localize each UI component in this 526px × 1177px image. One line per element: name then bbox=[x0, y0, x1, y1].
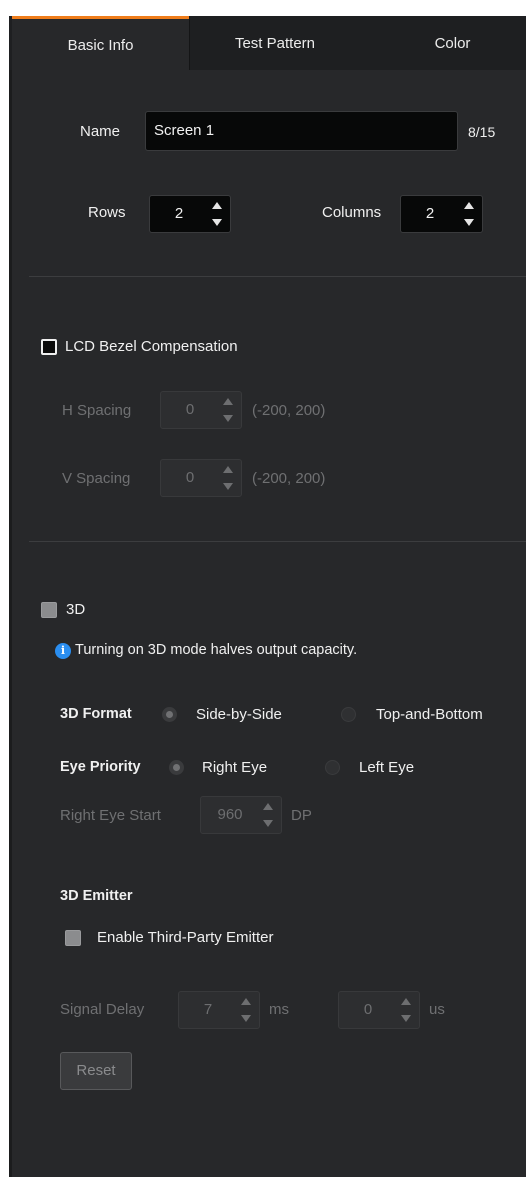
arrow-up-icon[interactable] bbox=[223, 398, 233, 405]
signal-delay-label: Signal Delay bbox=[60, 1001, 145, 1018]
v-spacing-label: V Spacing bbox=[62, 470, 131, 487]
v-spacing-range: (-200, 200) bbox=[252, 470, 326, 487]
spinner-arrows-icon[interactable] bbox=[239, 997, 253, 1023]
columns-stepper[interactable]: 2 bbox=[400, 195, 483, 233]
name-input[interactable]: Screen 1 bbox=[145, 111, 458, 151]
section-divider bbox=[29, 541, 526, 542]
signal-delay-us-stepper[interactable]: 0 bbox=[338, 991, 420, 1029]
arrow-down-icon[interactable] bbox=[212, 219, 222, 226]
spinner-arrows-icon[interactable] bbox=[399, 997, 413, 1023]
top-and-bottom-radio[interactable] bbox=[341, 707, 356, 722]
3d-info-text: Turning on 3D mode halves output capacit… bbox=[75, 642, 358, 658]
rows-label: Rows bbox=[88, 204, 126, 221]
h-spacing-label: H Spacing bbox=[62, 402, 132, 419]
3d-emitter-heading: 3D Emitter bbox=[60, 888, 133, 904]
section-divider bbox=[29, 276, 526, 277]
left-eye-label: Left Eye bbox=[359, 759, 415, 776]
arrow-up-icon[interactable] bbox=[464, 202, 474, 209]
rows-value: 2 bbox=[174, 205, 184, 222]
bezel-compensation-label: LCD Bezel Compensation bbox=[65, 338, 238, 355]
arrow-up-icon[interactable] bbox=[401, 998, 411, 1005]
arrow-down-icon[interactable] bbox=[401, 1015, 411, 1022]
right-eye-start-value: 960 bbox=[217, 806, 243, 823]
eye-priority-label: Eye Priority bbox=[60, 759, 141, 775]
spinner-arrows-icon[interactable] bbox=[210, 201, 224, 227]
right-eye-radio[interactable] bbox=[169, 760, 184, 775]
name-label: Name bbox=[80, 123, 121, 140]
arrow-down-icon[interactable] bbox=[464, 219, 474, 226]
columns-label: Columns bbox=[322, 204, 382, 221]
right-eye-start-stepper[interactable]: 960 bbox=[200, 796, 282, 834]
h-spacing-value: 0 bbox=[185, 401, 195, 418]
signal-delay-ms-value: 7 bbox=[203, 1001, 213, 1018]
info-icon: i bbox=[55, 643, 71, 659]
arrow-up-icon[interactable] bbox=[223, 466, 233, 473]
side-by-side-radio[interactable] bbox=[162, 707, 177, 722]
arrow-up-icon[interactable] bbox=[241, 998, 251, 1005]
third-party-emitter-checkbox[interactable] bbox=[65, 930, 81, 946]
arrow-down-icon[interactable] bbox=[223, 415, 233, 422]
spinner-arrows-icon[interactable] bbox=[261, 802, 275, 828]
third-party-emitter-label: Enable Third-Party Emitter bbox=[97, 929, 274, 946]
name-char-count: 8/15 bbox=[468, 124, 496, 140]
reset-button[interactable]: Reset bbox=[60, 1052, 132, 1090]
rows-stepper[interactable]: 2 bbox=[149, 195, 231, 233]
v-spacing-stepper[interactable]: 0 bbox=[160, 459, 242, 497]
signal-delay-ms-unit: ms bbox=[269, 1001, 289, 1018]
signal-delay-us-value: 0 bbox=[363, 1001, 373, 1018]
tab-bar: Basic Info Test Pattern Color bbox=[9, 16, 526, 70]
right-eye-label: Right Eye bbox=[202, 759, 268, 776]
tab-color[interactable]: Color bbox=[379, 16, 526, 70]
3d-label: 3D bbox=[66, 601, 86, 618]
3d-checkbox[interactable] bbox=[41, 602, 57, 618]
columns-value: 2 bbox=[425, 205, 435, 222]
right-eye-start-unit: DP bbox=[291, 807, 312, 824]
top-and-bottom-label: Top-and-Bottom bbox=[376, 706, 483, 723]
left-eye-radio[interactable] bbox=[325, 760, 340, 775]
v-spacing-value: 0 bbox=[185, 469, 195, 486]
h-spacing-stepper[interactable]: 0 bbox=[160, 391, 242, 429]
spinner-arrows-icon[interactable] bbox=[221, 465, 235, 491]
bezel-compensation-checkbox[interactable] bbox=[41, 339, 57, 355]
signal-delay-ms-stepper[interactable]: 7 bbox=[178, 991, 260, 1029]
spinner-arrows-icon[interactable] bbox=[462, 201, 476, 227]
h-spacing-range: (-200, 200) bbox=[252, 402, 326, 419]
arrow-down-icon[interactable] bbox=[223, 483, 233, 490]
right-eye-start-label: Right Eye Start bbox=[60, 807, 161, 824]
arrow-up-icon[interactable] bbox=[263, 803, 273, 810]
3d-format-label: 3D Format bbox=[60, 706, 132, 722]
spinner-arrows-icon[interactable] bbox=[221, 397, 235, 423]
tab-test-pattern[interactable]: Test Pattern bbox=[190, 16, 360, 70]
screen-settings-panel: Basic Info Test Pattern Color Name Scree… bbox=[9, 16, 526, 1177]
panel-left-edge bbox=[9, 16, 12, 1177]
arrow-down-icon[interactable] bbox=[263, 820, 273, 827]
arrow-down-icon[interactable] bbox=[241, 1015, 251, 1022]
tab-basic-info[interactable]: Basic Info bbox=[12, 16, 189, 70]
side-by-side-label: Side-by-Side bbox=[196, 706, 282, 723]
signal-delay-us-unit: us bbox=[429, 1001, 445, 1018]
arrow-up-icon[interactable] bbox=[212, 202, 222, 209]
